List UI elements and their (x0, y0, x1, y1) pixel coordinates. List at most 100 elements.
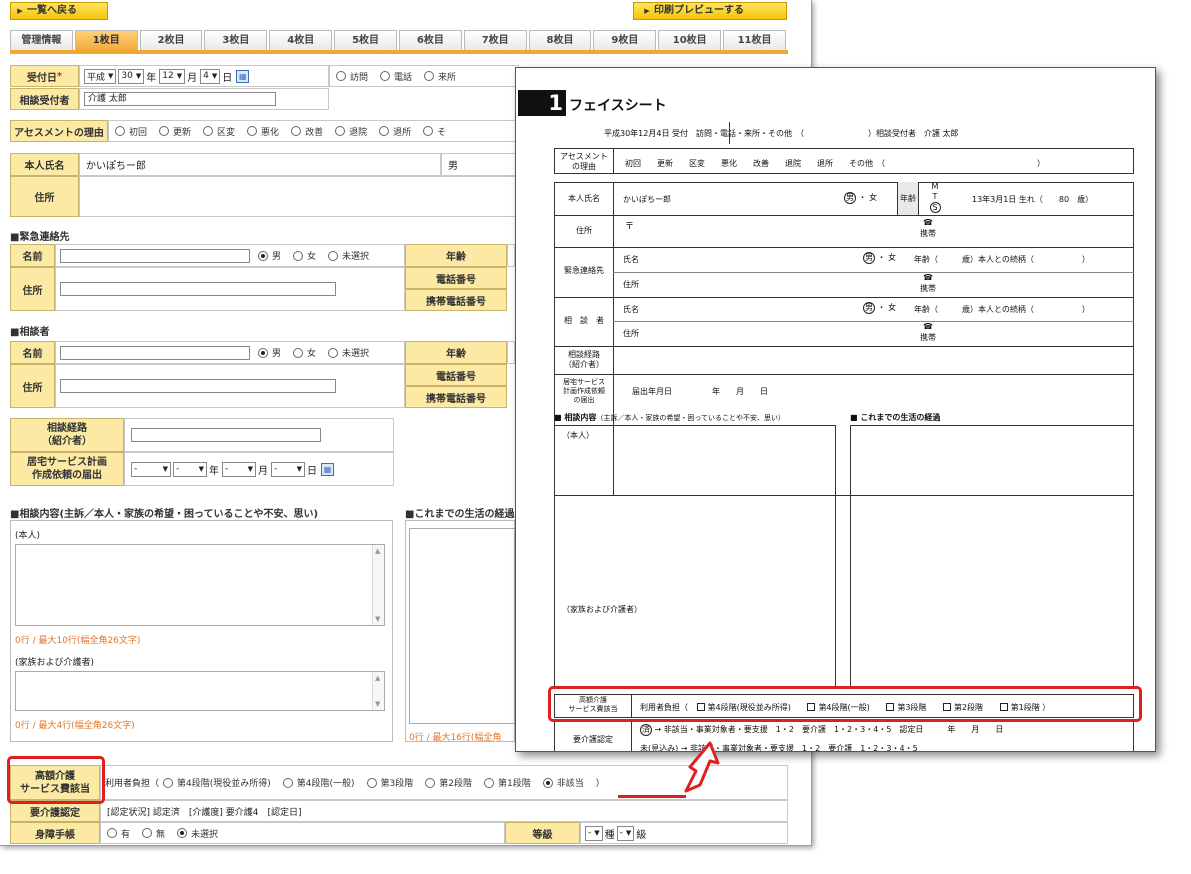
chevron-down-icon: ▼ (176, 72, 183, 80)
high-cost-stage2-radio[interactable]: 第2段階 (425, 776, 472, 789)
disability-unselected-radio[interactable]: 未選択 (177, 827, 218, 840)
chevron-down-icon: ▼ (625, 829, 632, 837)
disability-label: 身障手帳 (10, 822, 100, 844)
assessment-change-radio[interactable]: 区変 (203, 125, 235, 138)
emergency-address-input[interactable] (60, 282, 336, 296)
assessment-other-radio[interactable]: そ (423, 125, 446, 138)
tab-sheet-8[interactable]: 8枚目 (528, 30, 592, 50)
month-select[interactable]: 12 ▼ (159, 68, 186, 84)
self-label: (本人) (15, 531, 41, 541)
tab-sheet-3[interactable]: 3枚目 (204, 30, 268, 50)
preview-reception: 平成30年12月4日 受付 訪問・電話・来所・その他 （ ）相談受付者 介護 太… (604, 129, 959, 138)
emergency-male-radio[interactable]: 男 (258, 249, 281, 262)
person-address-value[interactable] (79, 176, 521, 217)
tab-sheet-4[interactable]: 4枚目 (269, 30, 333, 50)
consultant-phone-label: 電話番号 (405, 364, 507, 386)
chevron-down-icon: ▼ (108, 72, 114, 80)
tab-sheet-6[interactable]: 6枚目 (398, 30, 462, 50)
tab-sheet-1[interactable]: 1枚目 (74, 30, 138, 50)
disability-options: 有 無 未選択 (100, 822, 505, 844)
preview-age-label: 年齢 (897, 182, 919, 215)
assessment-initial-radio[interactable]: 初回 (115, 125, 147, 138)
tab-sheet-2[interactable]: 2枚目 (139, 30, 203, 50)
preview-plan-value: 届出年月日 年 月 日 (632, 387, 768, 396)
calendar-icon[interactable]: ▦ (236, 69, 250, 83)
disability-kind-select[interactable]: - ▼ (585, 825, 603, 841)
year-select[interactable]: 30 ▼ (118, 68, 145, 84)
self-textarea[interactable] (15, 544, 385, 626)
scrollbar[interactable] (372, 545, 384, 625)
receiver-input[interactable]: 介護 太郎 (84, 92, 276, 106)
disability-row: 身障手帳 有 無 未選択 等級 - ▼ 種 - ▼ 級 (10, 822, 788, 844)
tab-sheet-5[interactable]: 5枚目 (334, 30, 397, 50)
calendar-icon[interactable]: ▦ (321, 462, 334, 476)
consultant-address-input[interactable] (60, 379, 336, 393)
assessment-options: 初回 更新 区変 悪化 改善 退院 退所 そ (108, 120, 520, 142)
chevron-down-icon: ▼ (211, 72, 218, 80)
back-to-list-button[interactable]: ▶ 一覧へ戻る (10, 2, 108, 20)
preview-route-label: 相談経路 （紹介者） (564, 350, 604, 369)
preview-consultant-phone: ☎ 携帯 (920, 322, 936, 342)
consultant-female-radio[interactable]: 女 (293, 346, 316, 359)
preview-person-name: かいぽちー郎 (623, 195, 671, 204)
day-select[interactable]: 4 ▼ (200, 68, 221, 84)
tab-management[interactable]: 管理情報 (10, 30, 73, 50)
preview-consult-box (554, 425, 836, 687)
high-cost-not-applicable-radio[interactable]: 非該当 (542, 776, 584, 789)
plan-year-select[interactable]: - ▼ (173, 461, 207, 477)
print-preview-button[interactable]: ▶ 印刷プレビューする (633, 2, 787, 20)
high-cost-stage1-radio[interactable]: 第1段階 (483, 776, 531, 789)
tab-sheet-11[interactable]: 11枚目 (723, 30, 786, 50)
consultant-title: ■相談者 (10, 327, 50, 338)
method-office-radio[interactable]: 来所 (424, 70, 456, 83)
assessment-row: アセスメントの理由 初回 更新 区変 悪化 改善 退院 退所 そ (10, 120, 520, 142)
plan-row: 居宅サービス計画 作成依頼の届出 - ▼ - ▼ 年 - ▼ 月 - ▼ 日 ▦ (10, 452, 394, 486)
receiver-row: 相談受付者 介護 太郎 (10, 88, 329, 110)
tab-sheet-7[interactable]: 7枚目 (463, 30, 527, 50)
consultant-unselected-radio[interactable]: 未選択 (328, 346, 369, 359)
consultant-male-radio[interactable]: 男 (258, 346, 281, 359)
person-address-label: 住所 (10, 176, 79, 217)
consultant-name-input[interactable] (60, 345, 250, 360)
history-textarea[interactable] (409, 528, 515, 724)
high-cost-stage4-rich-radio[interactable]: 第4段階(現役並み所得) (163, 776, 271, 789)
tab-sheet-9[interactable]: 9枚目 (593, 30, 657, 50)
high-cost-stage3-radio[interactable]: 第3段階 (366, 776, 413, 789)
assessment-worse-radio[interactable]: 悪化 (247, 125, 279, 138)
disability-yes-radio[interactable]: 有 (107, 827, 130, 840)
high-cost-stage4-radio[interactable]: 第4段階(一般) (282, 776, 355, 789)
era-select[interactable]: 平成 ▼ (84, 68, 117, 84)
emergency-unselected-radio[interactable]: 未選択 (328, 249, 369, 262)
preview-title: フェイスシート (569, 98, 667, 114)
route-input[interactable] (131, 428, 321, 442)
plan-era-select[interactable]: - ▼ (131, 461, 171, 477)
reception-row: 受付日 * 平成 ▼ 30 ▼ 年 12 ▼ 月 4 ▼ 日 ▦ 訪問 電話 来所 (10, 65, 519, 87)
disability-grade-select[interactable]: - ▼ (616, 825, 635, 841)
preview-consultant-age: 年齢（ 歳）本人との続柄（ ） (914, 305, 1090, 314)
family-textarea[interactable] (15, 671, 385, 711)
scrollbar[interactable] (372, 672, 384, 710)
consultant-mobile-label: 携帯電話番号 (405, 386, 507, 408)
preview-birth: 13年3月1日 生れ（ 80 歳） (972, 195, 1094, 204)
assessment-renewal-radio[interactable]: 更新 (159, 125, 191, 138)
disability-no-radio[interactable]: 無 (142, 827, 165, 840)
route-label: 相談経路 （紹介者） (10, 418, 124, 452)
assessment-better-radio[interactable]: 改善 (291, 125, 323, 138)
chevron-down-icon: ▼ (296, 465, 302, 473)
plan-month-select[interactable]: - ▼ (222, 461, 256, 477)
tab-sheet-10[interactable]: 10枚目 (658, 30, 722, 50)
phone-icon: ☎ (923, 322, 933, 331)
plan-day-select[interactable]: - ▼ (271, 461, 305, 477)
emergency-name-row: 名前 男 女 未選択 年齢 (10, 244, 515, 267)
assessment-leave-radio[interactable]: 退所 (379, 125, 411, 138)
assessment-discharge-radio[interactable]: 退院 (335, 125, 367, 138)
chevron-down-icon: ▼ (198, 465, 204, 473)
preview-consultant-name: 氏名 (623, 305, 639, 314)
method-visit-radio[interactable]: 訪問 (336, 70, 368, 83)
pointer-arrow-icon (684, 741, 720, 793)
method-phone-radio[interactable]: 電話 (380, 70, 412, 83)
reception-method: 訪問 電話 来所 (329, 65, 519, 87)
preview-person-gender: 男 ・ 女 (844, 192, 878, 204)
emergency-female-radio[interactable]: 女 (293, 249, 316, 262)
emergency-name-input[interactable] (60, 248, 250, 263)
